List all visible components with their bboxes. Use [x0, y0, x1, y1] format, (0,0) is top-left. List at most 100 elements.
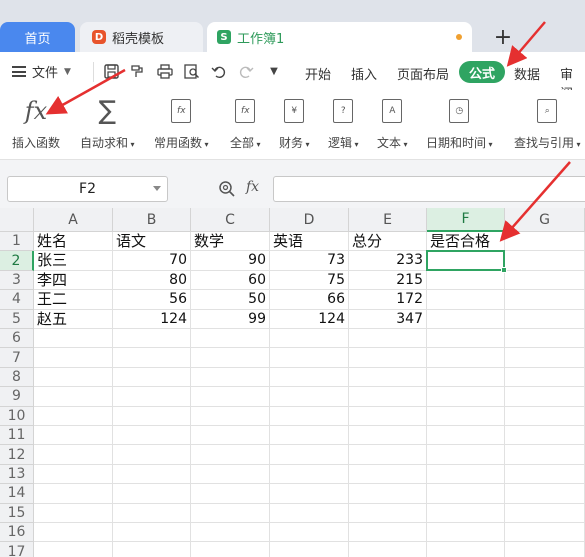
cell-c10[interactable] — [191, 406, 270, 426]
cell-f8[interactable] — [427, 367, 505, 388]
cell-a6[interactable] — [34, 329, 113, 349]
cell-b16[interactable] — [113, 523, 191, 543]
fill-handle[interactable] — [501, 266, 507, 273]
cell-f16[interactable] — [427, 523, 505, 543]
cell-a5[interactable]: 赵五 — [34, 309, 113, 329]
cell-a1[interactable]: 姓名 — [34, 232, 113, 252]
cell-c9[interactable] — [191, 387, 270, 407]
print-preview-icon[interactable] — [184, 64, 200, 79]
cell-f11[interactable] — [427, 426, 505, 446]
customize-toolbar-icon[interactable]: ▼ — [266, 64, 282, 79]
cell-a3[interactable]: 李四 — [34, 270, 113, 291]
cell-b5[interactable]: 124 — [113, 309, 191, 329]
lookup-button[interactable]: ⌕ 查找与引用 ▾ — [514, 94, 581, 151]
fx-icon[interactable]: fx — [246, 179, 259, 195]
cell-c11[interactable] — [191, 426, 270, 446]
cell-c6[interactable] — [191, 329, 270, 349]
cell-d15[interactable] — [270, 503, 349, 523]
cell-a9[interactable] — [34, 387, 113, 407]
cell-g10[interactable] — [505, 406, 585, 426]
cell-g12[interactable] — [505, 445, 585, 465]
cell-a2[interactable]: 张三 — [34, 251, 113, 271]
cell-f3[interactable] — [427, 270, 505, 291]
cell-e10[interactable] — [349, 406, 427, 426]
file-menu[interactable]: 文件 ▼ — [12, 62, 71, 81]
new-tab-button[interactable]: + — [490, 24, 516, 50]
insert-function-button[interactable]: fx 插入函数 — [12, 94, 60, 151]
cell-b2[interactable]: 70 — [113, 251, 191, 271]
cell-d2[interactable]: 73 — [270, 251, 349, 271]
cell-c15[interactable] — [191, 503, 270, 523]
name-box[interactable]: F2 — [7, 176, 168, 202]
cell-f7[interactable] — [427, 348, 505, 368]
cell-c2[interactable]: 90 — [191, 251, 270, 271]
column-header-a[interactable]: A — [34, 208, 113, 232]
menu-start[interactable]: 开始 — [305, 64, 331, 83]
cell-g5[interactable] — [505, 309, 585, 329]
tab-home[interactable]: 首页 — [0, 22, 75, 52]
cell-g2[interactable] — [505, 251, 585, 271]
cell-d9[interactable] — [270, 387, 349, 407]
cell-a16[interactable] — [34, 523, 113, 543]
cell-a17[interactable] — [34, 542, 113, 557]
cell-b10[interactable] — [113, 406, 191, 426]
cell-a14[interactable] — [34, 484, 113, 504]
cell-d11[interactable] — [270, 426, 349, 446]
row-header-1[interactable]: 1 — [0, 232, 34, 252]
menu-data[interactable]: 数据 — [514, 64, 540, 83]
cell-f10[interactable] — [427, 406, 505, 426]
cell-g7[interactable] — [505, 348, 585, 368]
format-painter-icon[interactable] — [129, 64, 145, 79]
cell-a4[interactable]: 王二 — [34, 290, 113, 310]
cell-c13[interactable] — [191, 464, 270, 485]
cell-e9[interactable] — [349, 387, 427, 407]
cell-c3[interactable]: 60 — [191, 270, 270, 291]
logic-button[interactable]: ? 逻辑 ▾ — [328, 94, 359, 151]
cell-c12[interactable] — [191, 445, 270, 465]
row-header-12[interactable]: 12 — [0, 445, 34, 465]
cell-b13[interactable] — [113, 464, 191, 485]
row-header-3[interactable]: 3 — [0, 270, 34, 291]
undo-icon[interactable] — [211, 64, 227, 79]
cell-g3[interactable] — [505, 270, 585, 291]
cell-e7[interactable] — [349, 348, 427, 368]
cell-e2[interactable]: 233 — [349, 251, 427, 271]
menu-page-layout[interactable]: 页面布局 — [397, 64, 449, 83]
print-icon[interactable] — [157, 64, 173, 79]
cell-a8[interactable] — [34, 367, 113, 388]
cell-b4[interactable]: 56 — [113, 290, 191, 310]
cell-d17[interactable] — [270, 542, 349, 557]
row-header-16[interactable]: 16 — [0, 523, 34, 543]
row-header-5[interactable]: 5 — [0, 309, 34, 329]
row-header-9[interactable]: 9 — [0, 387, 34, 407]
column-header-f[interactable]: F — [427, 208, 505, 232]
row-header-6[interactable]: 6 — [0, 329, 34, 349]
all-functions-button[interactable]: fx 全部 ▾ — [230, 94, 261, 151]
cell-a15[interactable] — [34, 503, 113, 523]
column-header-g[interactable]: G — [505, 208, 585, 232]
row-header-4[interactable]: 4 — [0, 290, 34, 310]
autosum-button[interactable]: ∑ 自动求和 ▾ — [80, 94, 135, 151]
cell-d13[interactable] — [270, 464, 349, 485]
cell-d8[interactable] — [270, 367, 349, 388]
cell-d16[interactable] — [270, 523, 349, 543]
cell-a7[interactable] — [34, 348, 113, 368]
cell-b9[interactable] — [113, 387, 191, 407]
row-header-2[interactable]: 2 — [0, 251, 34, 271]
cell-a11[interactable] — [34, 426, 113, 446]
cell-c5[interactable]: 99 — [191, 309, 270, 329]
cell-g14[interactable] — [505, 484, 585, 504]
redo-icon[interactable] — [238, 64, 254, 79]
tab-workbook[interactable]: S 工作簿1 — [207, 22, 472, 52]
cell-d12[interactable] — [270, 445, 349, 465]
cell-d14[interactable] — [270, 484, 349, 504]
common-functions-button[interactable]: fx 常用函数 ▾ — [154, 94, 209, 151]
cell-b17[interactable] — [113, 542, 191, 557]
cell-d1[interactable]: 英语 — [270, 232, 349, 252]
cell-e4[interactable]: 172 — [349, 290, 427, 310]
cell-g11[interactable] — [505, 426, 585, 446]
cell-e17[interactable] — [349, 542, 427, 557]
cell-e12[interactable] — [349, 445, 427, 465]
cell-e5[interactable]: 347 — [349, 309, 427, 329]
cell-f14[interactable] — [427, 484, 505, 504]
